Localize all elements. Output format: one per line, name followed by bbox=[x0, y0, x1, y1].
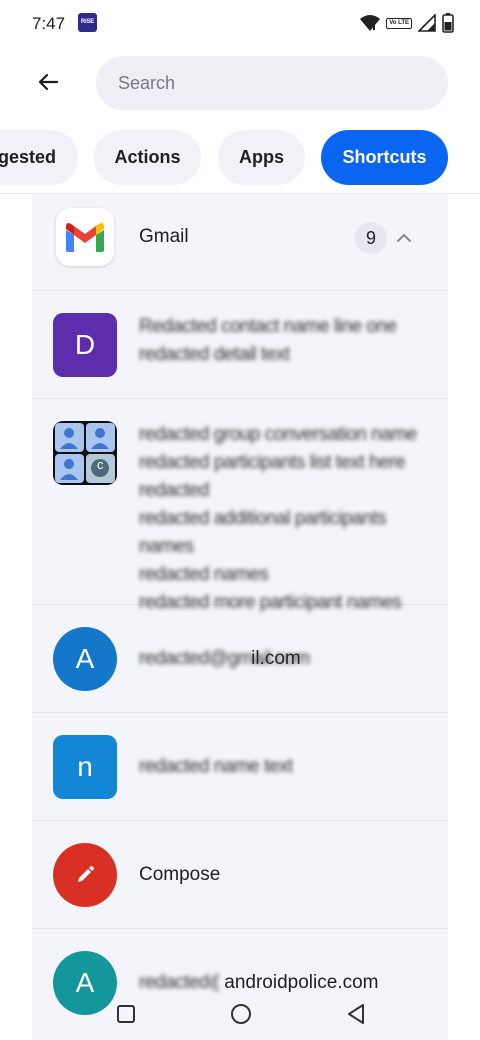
shortcut-label: redacted name text bbox=[139, 753, 293, 781]
avatar-letter: n bbox=[77, 751, 93, 782]
chip-actions-label: Actions bbox=[114, 147, 181, 167]
home-button-icon[interactable] bbox=[229, 1002, 253, 1026]
contact-avatar: n bbox=[53, 735, 117, 799]
shortcut-row[interactable]: n redacted name text bbox=[32, 713, 448, 821]
shortcut-line: redacted names bbox=[139, 564, 269, 585]
shortcut-line: redacted group conversation name bbox=[139, 424, 417, 445]
contact-avatar: D bbox=[53, 313, 117, 377]
shortcut-label: redacted@gmail.com il.com bbox=[139, 645, 310, 673]
back-button[interactable] bbox=[28, 62, 68, 102]
pencil-icon bbox=[78, 866, 94, 882]
chip-apps-label: Apps bbox=[239, 147, 284, 167]
chip-shortcuts[interactable]: Shortcuts bbox=[321, 130, 448, 185]
shortcut-row[interactable]: A redacted@gmail.com il.com bbox=[32, 605, 448, 713]
compose-avatar bbox=[53, 843, 117, 907]
arrow-left-icon bbox=[38, 73, 59, 91]
chip-suggested[interactable]: gested bbox=[0, 130, 78, 185]
shortcut-label: Redacted contact name line one redacted … bbox=[139, 313, 397, 369]
chevron-up-icon[interactable] bbox=[394, 228, 414, 248]
shortcut-label: Compose bbox=[139, 861, 220, 889]
status-bar: 7:47 RiSE Vo LTE bbox=[0, 0, 480, 48]
filter-chips: gested Actions Apps Shortcuts bbox=[0, 130, 480, 186]
shortcut-email-suffix: androidpolice.com bbox=[224, 972, 379, 993]
compose-shortcut-row[interactable]: Compose bbox=[32, 821, 448, 929]
shortcuts-card: Gmail 9 D Redacted contact name line one… bbox=[32, 194, 448, 1040]
app-group-header[interactable]: Gmail 9 bbox=[32, 194, 448, 291]
group-avatar-icon: c bbox=[53, 421, 117, 485]
shortcut-line: redacted name text bbox=[139, 756, 293, 777]
status-icons: Vo LTE bbox=[360, 12, 454, 34]
shortcut-line: redacted@gmail.com bbox=[139, 648, 310, 669]
shortcut-line: Compose bbox=[139, 864, 221, 885]
signal-icon bbox=[418, 14, 436, 32]
shortcut-line: redacted detail text bbox=[139, 344, 290, 365]
navigation-bar bbox=[0, 994, 480, 1034]
chip-apps[interactable]: Apps bbox=[218, 130, 305, 185]
shortcut-row[interactable]: c redacted group conversation name redac… bbox=[32, 399, 448, 613]
avatar-letter: A bbox=[75, 643, 95, 674]
shortcut-line: redacted bbox=[139, 480, 209, 501]
shortcut-line: redacted@androidpolice.com bbox=[139, 972, 219, 993]
shortcut-count-badge: 9 bbox=[355, 222, 387, 254]
recents-button-icon[interactable] bbox=[114, 1002, 138, 1026]
chip-actions[interactable]: Actions bbox=[94, 130, 201, 185]
avatar-letter: c bbox=[97, 457, 104, 472]
volte-icon: Vo LTE bbox=[386, 17, 412, 29]
app-group-name: Gmail bbox=[139, 226, 189, 247]
chip-shortcuts-label: Shortcuts bbox=[342, 147, 427, 167]
back-nav-button-icon[interactable] bbox=[344, 1002, 368, 1026]
search-input[interactable] bbox=[96, 56, 448, 110]
shortcut-label: redacted@androidpolice.com androidpolice… bbox=[139, 969, 378, 997]
gmail-logo-icon bbox=[56, 208, 114, 266]
shortcut-row[interactable]: D Redacted contact name line one redacte… bbox=[32, 291, 448, 399]
rise-app-icon: RiSE bbox=[78, 13, 97, 32]
wifi-icon bbox=[360, 15, 381, 31]
battery-icon bbox=[442, 13, 454, 33]
chip-suggested-label: gested bbox=[0, 147, 56, 167]
contact-avatar: A bbox=[53, 627, 117, 691]
shortcut-line: Redacted contact name line one bbox=[139, 316, 397, 337]
screen: 7:47 RiSE Vo LTE gested bbox=[0, 0, 480, 1040]
shortcut-label: redacted group conversation name redacte… bbox=[139, 421, 429, 617]
shortcut-line: redacted participants list text here bbox=[139, 452, 406, 473]
status-time: 7:47 bbox=[32, 14, 66, 33]
shortcut-line: redacted additional participants names bbox=[139, 508, 387, 557]
avatar-letter: D bbox=[74, 329, 96, 360]
